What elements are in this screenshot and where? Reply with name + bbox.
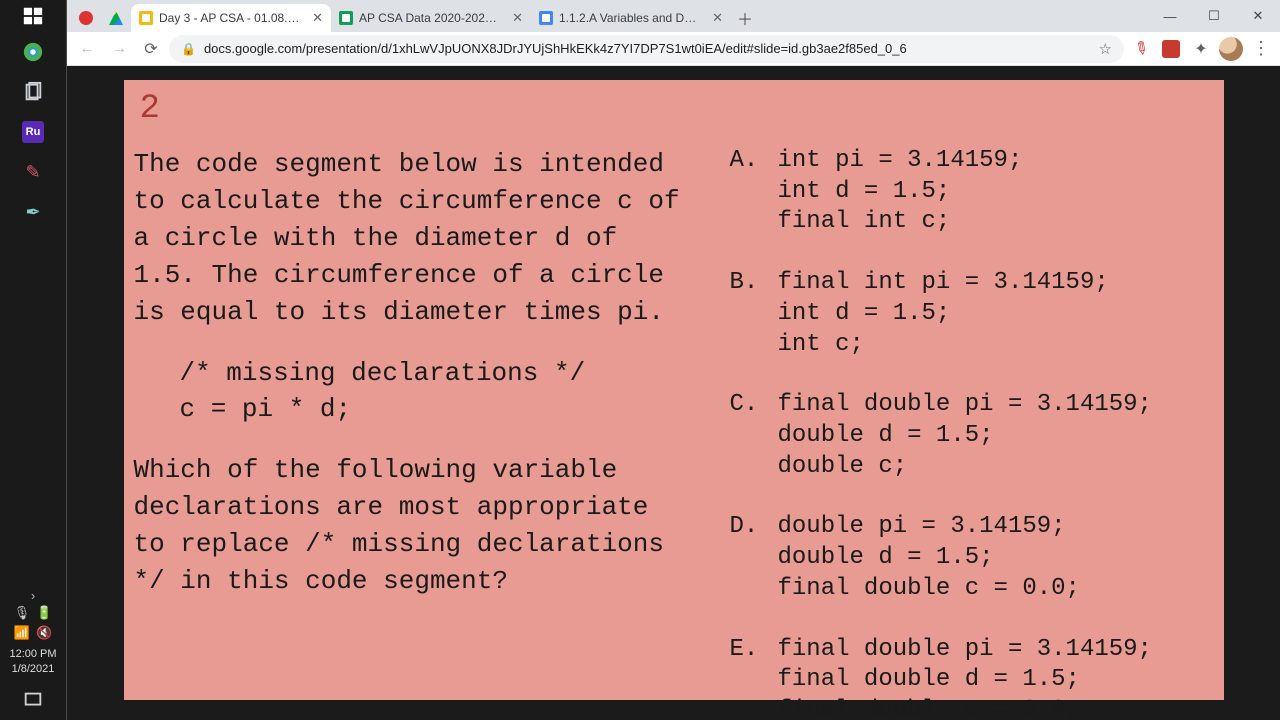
brush-icon: ✒ bbox=[25, 202, 40, 223]
tab-strip: Day 3 - AP CSA - 01.08.21 - Goo ✕ AP CSA… bbox=[67, 0, 1280, 32]
tab-title: 1.1.2.A Variables and Data Types bbox=[559, 11, 702, 25]
windows-icon bbox=[22, 5, 44, 27]
bookmark-star-icon[interactable]: ☆ bbox=[1099, 40, 1112, 58]
slide: 2 The code segment below is intended to … bbox=[124, 80, 1224, 700]
tab-title: Day 3 - AP CSA - 01.08.21 - Goo bbox=[159, 11, 302, 25]
sheets-icon bbox=[339, 11, 353, 25]
clock-time: 12:00 PM bbox=[9, 647, 56, 661]
plus-icon: ＋ bbox=[737, 6, 753, 30]
chrome-icon bbox=[22, 41, 44, 63]
minimize-icon: — bbox=[1164, 9, 1177, 24]
browser-menu[interactable]: ⋮ bbox=[1248, 38, 1274, 59]
nav-reload[interactable]: ⟳ bbox=[137, 35, 165, 63]
answer-letter: A. bbox=[730, 146, 756, 238]
answers-column: A. int pi = 3.14159; int d = 1.5; final … bbox=[730, 146, 1200, 720]
answer-code: double pi = 3.14159; double d = 1.5; fin… bbox=[778, 512, 1080, 604]
answer-a: A. int pi = 3.14159; int d = 1.5; final … bbox=[730, 146, 1200, 238]
box-icon bbox=[1162, 40, 1180, 58]
pen-icon: ✎ bbox=[25, 162, 40, 183]
question-para-1: The code segment below is intended to ca… bbox=[134, 146, 694, 331]
maximize-icon: ☐ bbox=[1208, 8, 1220, 24]
chevron-right-icon: › bbox=[31, 588, 35, 603]
docs-icon bbox=[539, 11, 553, 25]
question-code: /* missing declarations */ c = pi * d; bbox=[180, 355, 694, 429]
new-tab-button[interactable]: ＋ bbox=[731, 4, 759, 32]
tab-3[interactable]: AP CSA Data 2020-2021 - S2 - G ✕ bbox=[331, 4, 531, 32]
extensions-menu[interactable]: ✦ bbox=[1188, 36, 1214, 62]
answer-c: C. final double pi = 3.14159; double d =… bbox=[730, 390, 1200, 482]
answer-letter: C. bbox=[730, 390, 756, 482]
battery-icon[interactable]: 🔋 bbox=[36, 605, 52, 621]
notification-icon bbox=[22, 689, 44, 711]
question-para-2: Which of the following variable declarat… bbox=[134, 452, 694, 600]
wifi-icon[interactable]: 📶 bbox=[14, 625, 30, 641]
taskbar-app-brush[interactable]: ✒ bbox=[0, 192, 66, 232]
slides-icon bbox=[139, 11, 153, 25]
code-line: c = pi * d; bbox=[180, 391, 694, 428]
kebab-icon: ⋮ bbox=[1252, 38, 1270, 58]
microphone-icon[interactable]: 🎙 bbox=[14, 605, 31, 621]
close-icon: ✕ bbox=[1253, 8, 1264, 24]
answer-code: final double pi = 3.14159; double d = 1.… bbox=[778, 390, 1152, 482]
answer-letter: D. bbox=[730, 512, 756, 604]
puzzle-icon: ✦ bbox=[1194, 39, 1207, 59]
volume-mute-icon[interactable]: 🔇 bbox=[36, 625, 52, 641]
tab-2[interactable]: Day 3 - AP CSA - 01.08.21 - Goo ✕ bbox=[131, 4, 331, 32]
nav-forward[interactable]: → bbox=[105, 35, 133, 63]
taskbar-tray-expand[interactable]: › bbox=[31, 588, 35, 603]
record-icon bbox=[79, 11, 93, 25]
taskbar-app-rush[interactable]: Ru bbox=[0, 112, 66, 152]
question-column: The code segment below is intended to ca… bbox=[134, 146, 694, 720]
arrow-right-icon: → bbox=[111, 40, 127, 58]
presentation-viewport[interactable]: 2 The code segment below is intended to … bbox=[67, 66, 1280, 720]
slide-number: 2 bbox=[140, 90, 1200, 128]
answer-code: final int pi = 3.14159; int d = 1.5; int… bbox=[778, 268, 1109, 360]
profile-avatar[interactable] bbox=[1218, 36, 1244, 62]
answer-code: int pi = 3.14159; int d = 1.5; final int… bbox=[778, 146, 1023, 238]
drive-icon bbox=[109, 11, 123, 25]
lock-icon: 🔒 bbox=[181, 42, 196, 56]
arrow-left-icon: ← bbox=[79, 40, 95, 58]
answer-letter: B. bbox=[730, 268, 756, 360]
window-close[interactable]: ✕ bbox=[1236, 0, 1280, 32]
extension-annotate[interactable]: ✎ bbox=[1123, 30, 1159, 66]
extension-red[interactable] bbox=[1158, 36, 1184, 62]
code-line: /* missing declarations */ bbox=[180, 355, 694, 392]
reload-icon: ⟳ bbox=[144, 39, 157, 59]
answer-code: final double pi = 3.14159; final double … bbox=[778, 635, 1152, 720]
ru-icon: Ru bbox=[22, 121, 44, 143]
avatar-icon bbox=[1219, 37, 1243, 61]
nav-back[interactable]: ← bbox=[73, 35, 101, 63]
answer-b: B. final int pi = 3.14159; int d = 1.5; … bbox=[730, 268, 1200, 360]
tab-0[interactable] bbox=[71, 4, 101, 32]
tab-4[interactable]: 1.1.2.A Variables and Data Types ✕ bbox=[531, 4, 731, 32]
answer-d: D. double pi = 3.14159; double d = 1.5; … bbox=[730, 512, 1200, 604]
browser-toolbar: ← → ⟳ 🔒 docs.google.com/presentation/d/1… bbox=[67, 32, 1280, 66]
tab-title: AP CSA Data 2020-2021 - S2 - G bbox=[359, 11, 502, 25]
taskbar-app-pen[interactable]: ✎ bbox=[0, 152, 66, 192]
windows-taskbar: Ru ✎ ✒ › 🎙 🔋 📶 🔇 12:00 PM 1/8/2021 bbox=[0, 0, 66, 720]
window-maximize[interactable]: ☐ bbox=[1192, 0, 1236, 32]
tab-1[interactable] bbox=[101, 4, 131, 32]
address-bar[interactable]: 🔒 docs.google.com/presentation/d/1xhLwVJ… bbox=[169, 35, 1124, 63]
browser-window: Day 3 - AP CSA - 01.08.21 - Goo ✕ AP CSA… bbox=[66, 0, 1280, 720]
files-icon bbox=[22, 81, 44, 103]
taskbar-clock[interactable]: 12:00 PM 1/8/2021 bbox=[9, 647, 56, 676]
window-minimize[interactable]: — bbox=[1148, 0, 1192, 32]
taskbar-notifications[interactable] bbox=[0, 680, 66, 720]
tab-close-icon[interactable]: ✕ bbox=[512, 10, 523, 26]
answer-letter: E. bbox=[730, 635, 756, 720]
pen-icon: ✎ bbox=[1129, 36, 1152, 61]
start-button[interactable] bbox=[0, 0, 66, 32]
taskbar-app-chrome[interactable] bbox=[0, 32, 66, 72]
tab-close-icon[interactable]: ✕ bbox=[712, 10, 723, 26]
tab-close-icon[interactable]: ✕ bbox=[312, 10, 323, 26]
window-controls: — ☐ ✕ bbox=[1148, 0, 1280, 32]
answer-e: E. final double pi = 3.14159; final doub… bbox=[730, 635, 1200, 720]
url-text: docs.google.com/presentation/d/1xhLwVJpU… bbox=[204, 41, 907, 56]
taskbar-app-files[interactable] bbox=[0, 72, 66, 112]
clock-date: 1/8/2021 bbox=[9, 662, 56, 676]
